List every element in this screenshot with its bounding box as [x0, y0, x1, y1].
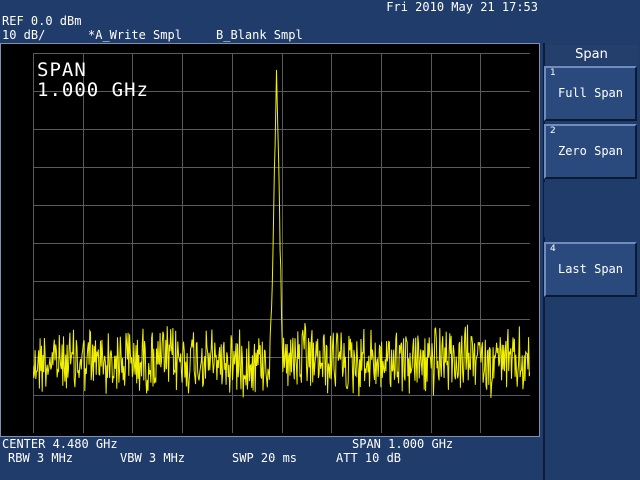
span-value: 1.000 GHz [37, 79, 149, 101]
menu-title: Span [545, 45, 638, 65]
softkey-label: Last Span [557, 262, 624, 276]
span-annotation: SPAN 1.000 GHz [37, 60, 149, 100]
full-span-button[interactable]: 1 Full Span [544, 66, 637, 121]
softkey-label: Full Span [557, 86, 624, 100]
span-readout: SPAN 1.000 GHz [352, 437, 454, 451]
vbw-readout: VBW 3 MHz [120, 451, 186, 465]
span-title: SPAN [37, 59, 87, 81]
trace-a-waveform [33, 69, 530, 398]
center-frequency: CENTER 4.480 GHz [2, 437, 118, 451]
attenuation-readout: ATT 10 dB [336, 451, 402, 465]
softkey-number: 4 [550, 244, 556, 254]
softkey-number: 1 [550, 68, 556, 78]
graticule [33, 53, 530, 433]
rbw-readout: RBW 3 MHz [8, 451, 74, 465]
trace-a-mode: *A_Write Smpl [88, 28, 182, 42]
scale-per-division: 10 dB/ [2, 28, 46, 42]
softkey-blank [544, 182, 637, 237]
reference-level: REF 0.0 dBm [2, 14, 82, 28]
sweep-time-readout: SWP 20 ms [232, 451, 298, 465]
softkey-number: 2 [550, 126, 556, 136]
last-span-button[interactable]: 4 Last Span [544, 242, 637, 297]
zero-span-button[interactable]: 2 Zero Span [544, 124, 637, 179]
softkey-label: Zero Span [557, 144, 624, 158]
trace-b-mode: B_Blank Smpl [216, 28, 303, 42]
date-time-readout: Fri 2010 May 21 17:53 [386, 0, 538, 14]
